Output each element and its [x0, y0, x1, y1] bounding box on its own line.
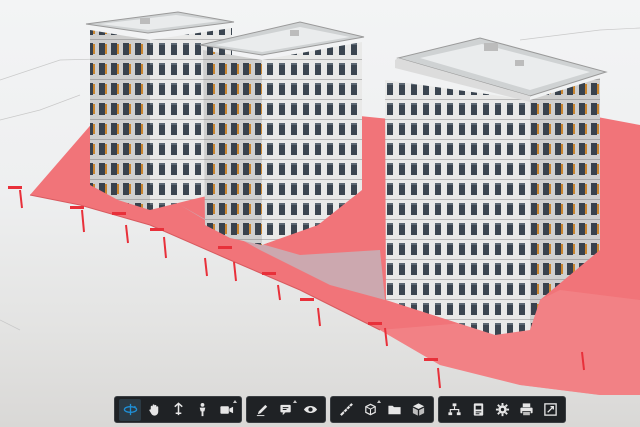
markup-pen-icon — [256, 404, 267, 417]
visibility-eye-button[interactable] — [299, 399, 321, 421]
first-person-icon — [199, 402, 205, 417]
zoom-updown-icon — [173, 402, 183, 416]
first-person-button[interactable] — [191, 399, 213, 421]
fullscreen-icon — [543, 403, 557, 416]
pan-hand-button[interactable] — [143, 399, 165, 421]
model-tree-button[interactable] — [443, 399, 465, 421]
submenu-caret-icon — [377, 399, 381, 403]
properties-icon — [473, 403, 483, 416]
model-tree-icon — [447, 403, 461, 416]
toolbar-group-markup — [246, 396, 326, 423]
measure-icon — [339, 403, 353, 416]
explode-cube-button[interactable] — [407, 399, 429, 421]
properties-button[interactable] — [467, 399, 489, 421]
orbit-button[interactable] — [119, 398, 141, 421]
settings-gear-icon — [495, 402, 509, 417]
model-viewport[interactable] — [0, 0, 640, 427]
toolbar-group-model — [330, 396, 434, 423]
pan-hand-icon — [148, 404, 158, 416]
section-box-icon — [364, 403, 376, 416]
comment-button[interactable] — [275, 399, 297, 421]
measure-button[interactable] — [335, 399, 357, 421]
submenu-caret-icon — [233, 399, 237, 403]
viewer-toolbar — [114, 396, 566, 423]
orbit-icon — [123, 403, 137, 416]
camera-icon — [219, 406, 233, 414]
print-button[interactable] — [515, 399, 537, 421]
explode-cube-icon — [412, 403, 424, 416]
markup-pen-button[interactable] — [251, 399, 273, 421]
settings-gear-button[interactable] — [491, 399, 513, 421]
folder-icon — [387, 405, 401, 415]
3d-scene[interactable] — [0, 0, 640, 427]
toolbar-group-navigation — [114, 396, 242, 423]
print-icon — [519, 403, 533, 416]
section-box-button[interactable] — [359, 399, 381, 421]
toolbar-group-settings — [438, 396, 566, 423]
comment-icon — [279, 404, 291, 416]
submenu-caret-icon — [293, 399, 297, 403]
visibility-eye-icon — [303, 405, 317, 414]
camera-button[interactable] — [215, 399, 237, 421]
folder-button[interactable] — [383, 399, 405, 421]
fullscreen-button[interactable] — [539, 399, 561, 421]
zoom-updown-button[interactable] — [167, 399, 189, 421]
